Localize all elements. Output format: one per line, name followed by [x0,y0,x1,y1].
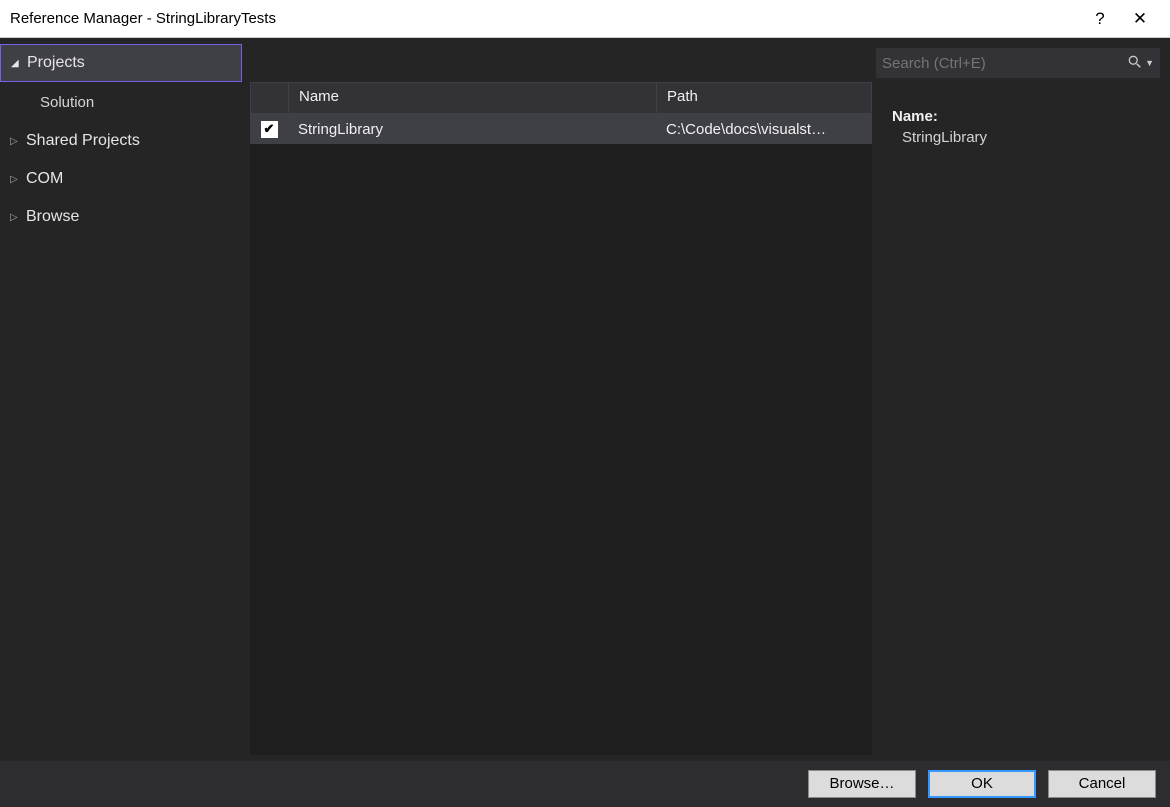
row-path: C:\Code\docs\visualst… [656,121,872,138]
sidebar: ◢ Projects Solution ▷ Shared Projects ▷ … [0,38,242,761]
main-area: ◢ Projects Solution ▷ Shared Projects ▷ … [0,38,1170,761]
sidebar-item-solution[interactable]: Solution [0,82,242,122]
ok-button[interactable]: OK [928,770,1036,798]
checkbox-icon[interactable]: ✔ [261,121,278,138]
title-bar: Reference Manager - StringLibraryTests ?… [0,0,1170,38]
sidebar-item-label: Projects [27,54,85,72]
close-icon[interactable]: ✕ [1120,9,1160,29]
search-icon[interactable] [1124,55,1142,72]
list-header: Name Path [250,82,872,114]
chevron-down-icon[interactable]: ▼ [1142,58,1154,68]
chevron-right-icon: ▷ [10,174,26,185]
chevron-down-icon: ◢ [11,58,27,69]
table-row[interactable]: ✔ StringLibrary C:\Code\docs\visualst… [250,114,872,144]
sidebar-item-label: Solution [40,94,94,111]
detail-panel: Name: StringLibrary [880,38,1170,761]
row-name: StringLibrary [288,121,656,138]
row-check-cell[interactable]: ✔ [250,121,288,138]
sidebar-item-projects[interactable]: ◢ Projects [0,44,242,82]
sidebar-item-com[interactable]: ▷ COM [0,160,242,198]
help-icon[interactable]: ? [1080,9,1120,29]
chevron-right-icon: ▷ [10,136,26,147]
column-check[interactable] [251,83,289,113]
detail-name-value: StringLibrary [892,129,1158,146]
chevron-right-icon: ▷ [10,212,26,223]
list-area: Name Path ✔ StringLibrary C:\Code\docs\v… [250,82,872,755]
detail-name-label: Name: [892,108,1158,125]
sidebar-item-label: COM [26,170,63,188]
search-input[interactable] [882,55,1124,72]
search-box[interactable]: ▼ [876,48,1160,78]
cancel-button[interactable]: Cancel [1048,770,1156,798]
sidebar-item-shared-projects[interactable]: ▷ Shared Projects [0,122,242,160]
window-title: Reference Manager - StringLibraryTests [10,10,1080,27]
sidebar-item-label: Shared Projects [26,132,140,150]
bottom-bar: Browse… OK Cancel [0,761,1170,807]
sidebar-item-browse[interactable]: ▷ Browse [0,198,242,236]
column-path[interactable]: Path [657,83,871,113]
center-panel: Name Path ✔ StringLibrary C:\Code\docs\v… [242,38,880,761]
sidebar-item-label: Browse [26,208,79,226]
browse-button[interactable]: Browse… [808,770,916,798]
column-name[interactable]: Name [289,83,657,113]
